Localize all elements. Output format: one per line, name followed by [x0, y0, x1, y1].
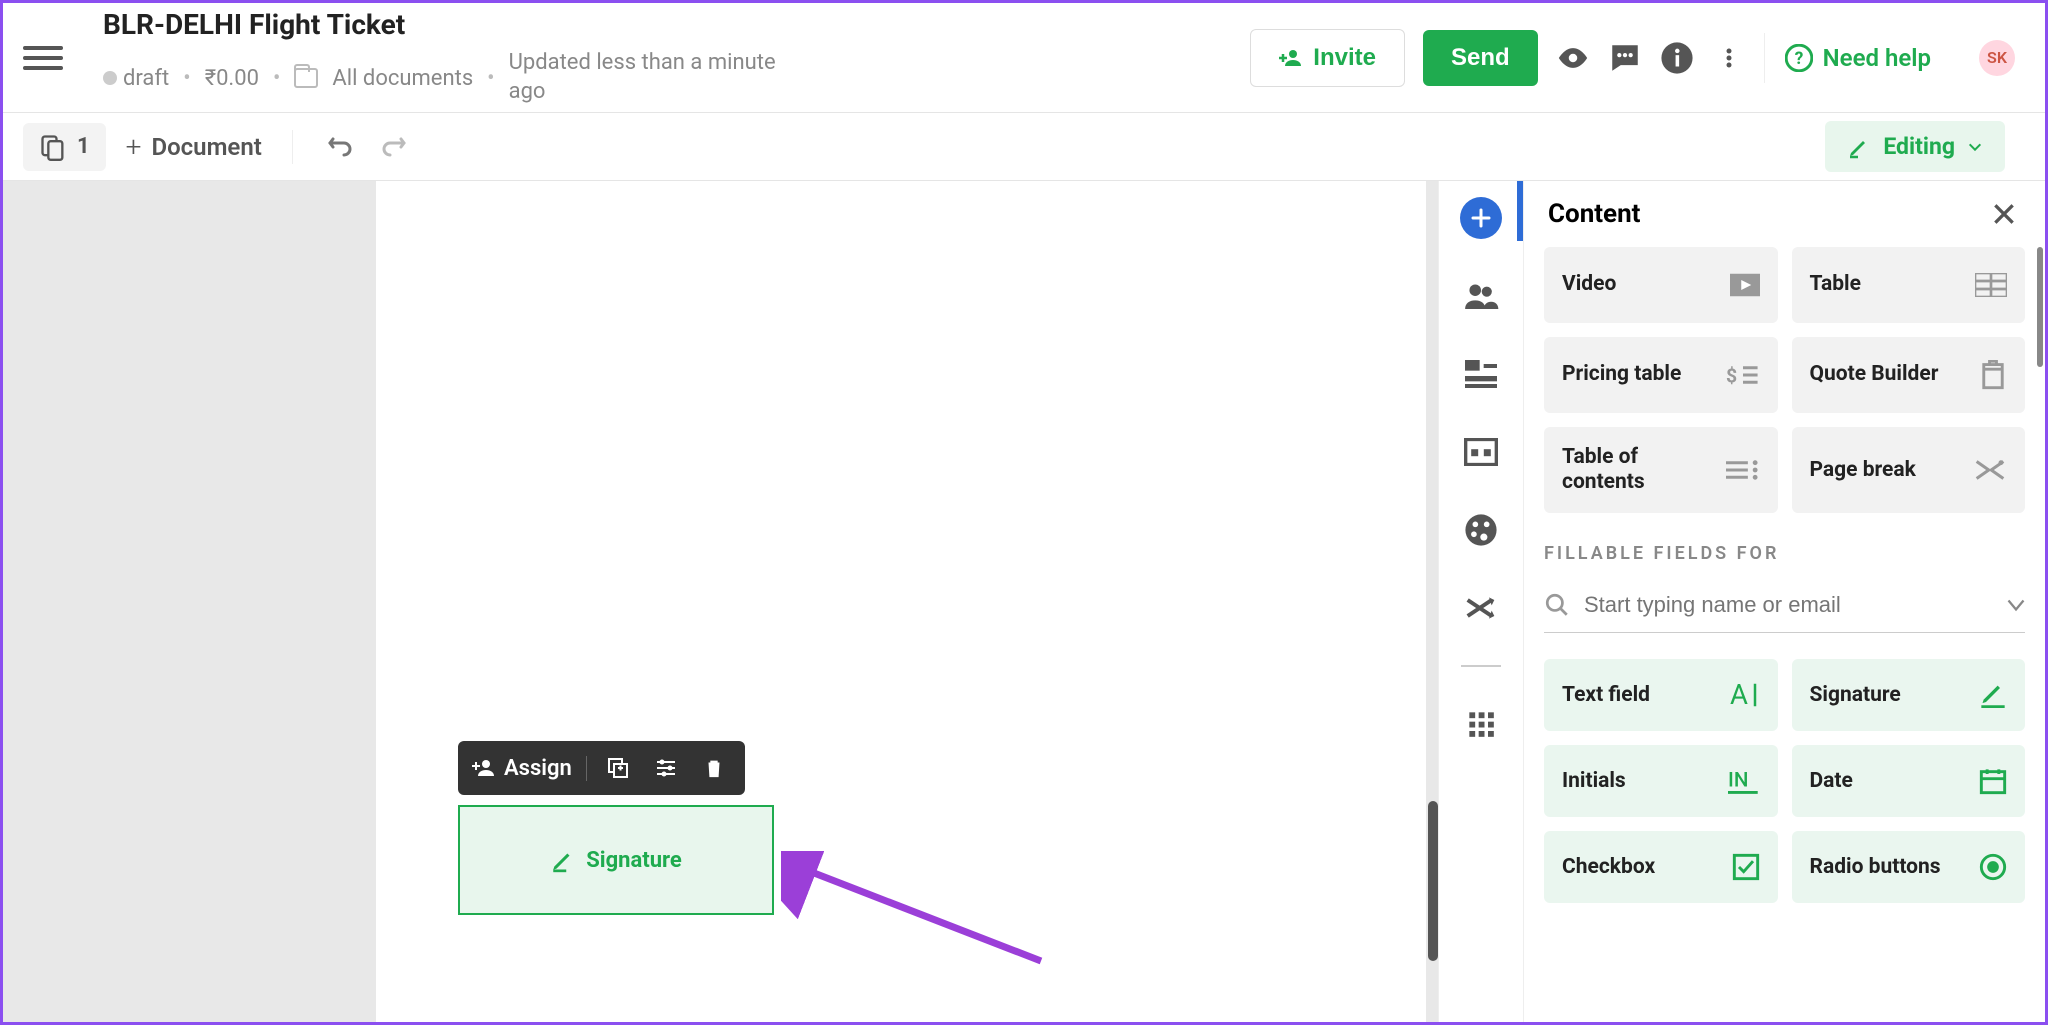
pages-badge[interactable]: 1	[23, 123, 106, 171]
signature-icon	[550, 847, 576, 873]
pricing-icon: $	[1726, 363, 1760, 387]
document-meta: draft • ₹0.00 • All documents • Updated …	[103, 49, 1250, 106]
chevron-down-icon	[1967, 139, 1983, 155]
plus-icon: +	[126, 130, 142, 163]
recipient-search-input[interactable]	[1584, 592, 1993, 618]
apps-icon[interactable]	[1460, 703, 1502, 745]
price-label: ₹0.00	[205, 66, 259, 91]
recipient-search[interactable]	[1544, 584, 2025, 633]
content-block-toc[interactable]: Table of contents	[1544, 427, 1778, 513]
signature-icon	[1979, 682, 2007, 708]
content-block-pricing[interactable]: Pricing table $	[1544, 337, 1778, 413]
search-icon	[1544, 592, 1570, 618]
duplicate-icon[interactable]	[601, 751, 635, 785]
recipients-icon[interactable]	[1460, 275, 1502, 317]
variables-icon[interactable]	[1460, 353, 1502, 395]
table-icon	[1975, 273, 2007, 297]
initials-icon: IN	[1728, 768, 1760, 794]
add-content-button[interactable]	[1460, 197, 1502, 239]
radio-icon	[1979, 853, 2007, 881]
content-block-pagebreak[interactable]: Page break	[1792, 427, 2026, 513]
pages-icon	[39, 133, 67, 161]
content-block-quote[interactable]: Quote Builder	[1792, 337, 2026, 413]
signature-block[interactable]: Signature	[458, 805, 774, 915]
layout-icon[interactable]	[1460, 431, 1502, 473]
field-text[interactable]: Text field A	[1544, 659, 1778, 731]
comments-icon[interactable]	[1608, 41, 1642, 75]
workflow-icon[interactable]	[1460, 587, 1502, 629]
folder-icon	[294, 68, 318, 88]
svg-text:?: ?	[1794, 48, 1803, 68]
help-icon: ?	[1785, 44, 1813, 72]
date-icon	[1979, 767, 2007, 795]
checkbox-icon	[1732, 853, 1760, 881]
pagebreak-icon	[1973, 457, 2007, 483]
user-avatar[interactable]: SK	[1979, 40, 2015, 76]
field-initials[interactable]: Initials IN	[1544, 745, 1778, 817]
document-title[interactable]: BLR-DELHI Flight Ticket	[103, 8, 1250, 41]
editing-mode-chip[interactable]: Editing	[1825, 121, 2005, 172]
scrollbar[interactable]	[1428, 801, 1438, 961]
text-field-icon: A	[1730, 681, 1760, 709]
field-date[interactable]: Date	[1792, 745, 2026, 817]
content-block-video[interactable]: Video	[1544, 247, 1778, 323]
updated-label: Updated less than a minute ago	[509, 49, 809, 106]
panel-scrollbar[interactable]	[2037, 247, 2043, 367]
person-add-icon	[1279, 46, 1303, 70]
toc-icon	[1726, 458, 1760, 482]
preview-icon[interactable]	[1556, 41, 1590, 75]
separator	[1461, 665, 1501, 667]
redo-button[interactable]	[377, 130, 411, 164]
right-rail	[1438, 181, 1523, 1022]
folder-label[interactable]: All documents	[332, 66, 473, 91]
field-radio[interactable]: Radio buttons	[1792, 831, 2026, 903]
svg-text:$: $	[1726, 364, 1737, 387]
person-add-icon	[472, 756, 496, 780]
chevron-down-icon[interactable]	[2007, 598, 2025, 612]
more-icon[interactable]	[1712, 41, 1746, 75]
status-label: draft	[123, 66, 169, 91]
invite-button[interactable]: Invite	[1250, 29, 1405, 87]
canvas[interactable]: Assign Signature	[3, 181, 1438, 1022]
send-button[interactable]: Send	[1423, 30, 1538, 86]
svg-text:IN: IN	[1728, 769, 1748, 793]
info-icon[interactable]	[1660, 41, 1694, 75]
hamburger-menu-icon[interactable]	[23, 38, 63, 78]
status-dot-icon	[103, 71, 117, 85]
block-toolbar: Assign	[458, 741, 745, 795]
assign-button[interactable]: Assign	[472, 756, 587, 781]
field-signature[interactable]: Signature	[1792, 659, 2026, 731]
delete-icon[interactable]	[697, 751, 731, 785]
add-document-button[interactable]: + Document	[126, 130, 262, 163]
fillable-section-label: FILLABLE FIELDS FOR	[1544, 543, 2025, 564]
settings-icon[interactable]	[649, 751, 683, 785]
panel-title: Content	[1548, 199, 1640, 229]
undo-button[interactable]	[323, 130, 357, 164]
content-block-table[interactable]: Table	[1792, 247, 2026, 323]
field-checkbox[interactable]: Checkbox	[1544, 831, 1778, 903]
design-icon[interactable]	[1460, 509, 1502, 551]
pencil-icon	[1847, 135, 1871, 159]
content-panel: Content Video Table Pricing table $	[1523, 181, 2045, 1022]
title-area: BLR-DELHI Flight Ticket draft • ₹0.00 • …	[103, 8, 1250, 106]
help-link[interactable]: ? Need help	[1764, 33, 1951, 83]
close-panel-icon[interactable]	[1987, 197, 2021, 231]
quote-icon	[1979, 360, 2007, 390]
svg-text:A: A	[1730, 681, 1748, 709]
video-icon	[1730, 273, 1760, 297]
